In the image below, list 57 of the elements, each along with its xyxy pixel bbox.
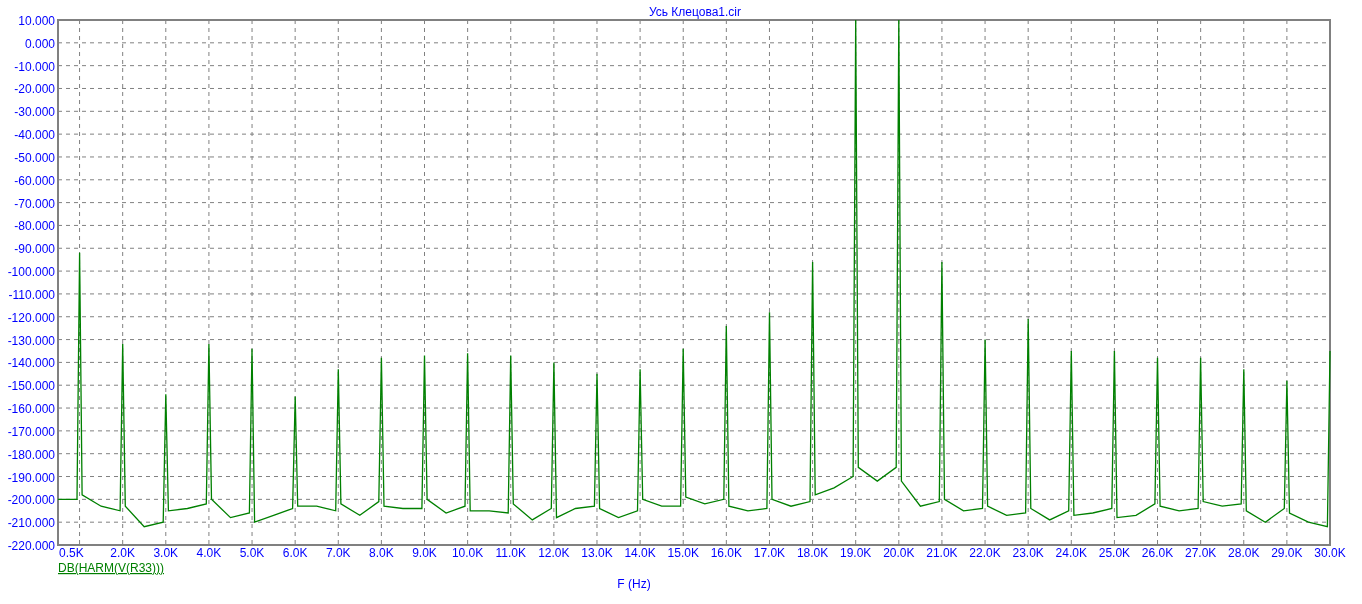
axis-tick-label: 24.0K <box>1055 546 1087 560</box>
axis-tick-label: -100.000 <box>7 265 55 280</box>
axis-tick-label: -50.000 <box>14 150 55 165</box>
axis-tick-label: -30.000 <box>14 105 55 120</box>
chart-title: Усь Клецова1.cir <box>648 5 742 19</box>
axis-tick-label: -170.000 <box>7 424 55 439</box>
axis-tick-label: -40.000 <box>14 128 55 143</box>
axis-tick-label: -200.000 <box>7 493 55 508</box>
axis-tick-label: -60.000 <box>14 173 55 188</box>
axis-tick-label: 20.0K <box>883 546 915 560</box>
axis-tick-label: -140.000 <box>7 356 55 371</box>
axis-tick-label: 28.0K <box>1228 546 1260 560</box>
axis-tick-label: -130.000 <box>7 333 55 348</box>
axis-tick-label: 0.5K <box>59 546 84 560</box>
axis-tick-label: 25.0K <box>1098 546 1131 560</box>
axis-tick-label: 27.0K <box>1184 546 1217 560</box>
axis-tick-label: 13.0K <box>581 546 613 560</box>
axis-tick-label: -90.000 <box>14 242 55 257</box>
axis-tick-label: 18.0K <box>796 546 829 560</box>
axis-tick-label: 5.0K <box>239 546 265 560</box>
axis-tick-label: 17.0K <box>753 546 786 560</box>
axis-tick-label: -210.000 <box>7 516 55 531</box>
axis-tick-label: -180.000 <box>7 447 55 462</box>
axis-tick-label: 29.0K <box>1271 546 1303 560</box>
axis-tick-label: 12.0K <box>538 546 570 560</box>
axis-tick-label: 8.0K <box>369 546 394 560</box>
axis-tick-label: 4.0K <box>196 546 222 560</box>
axis-title: F (Hz) <box>617 577 651 591</box>
axis-tick-label: -190.000 <box>7 470 55 485</box>
axis-tick-label: -20.000 <box>14 82 55 97</box>
axis-tick-label: -10.000 <box>14 59 55 74</box>
axis-tick-label: -80.000 <box>14 219 55 234</box>
axis-tick-label: 14.0K <box>624 546 656 560</box>
axis-tick-label: 9.0K <box>412 546 437 560</box>
axis-tick-label: 23.0K <box>1012 546 1044 560</box>
axis-tick-label: 15.0K <box>667 546 699 560</box>
axis-tick-label: 30.0K <box>1314 546 1346 560</box>
axis-tick-label: -150.000 <box>7 379 55 394</box>
axis-tick-label: 3.0K <box>153 546 179 560</box>
axis-tick-label: 11.0K <box>495 546 526 560</box>
axis-tick-label: 7.0K <box>325 546 351 560</box>
axis-tick-label: 19.0K <box>840 546 872 560</box>
legend-label: DB(HARM(V(R33))) <box>58 561 164 575</box>
axis-tick-label: 26.0K <box>1141 546 1174 560</box>
axis-tick-label: 2.0K <box>110 546 135 560</box>
axis-tick-label: 6.0K <box>282 546 308 560</box>
axis-tick-label: -220.000 <box>7 539 55 553</box>
axis-tick-label: -110.000 <box>8 287 55 302</box>
axis-tick-label: 0.000 <box>24 36 55 51</box>
axis-tick-label: -160.000 <box>7 402 55 417</box>
axis-tick-label: -120.000 <box>7 310 55 325</box>
axis-tick-label: 10.000 <box>18 14 55 28</box>
axis-tick-label: 22.0K <box>969 546 1001 560</box>
axis-tick-label: 21.0K <box>926 546 958 560</box>
axis-tick-label: -70.000 <box>14 196 55 211</box>
axis-tick-label: 16.0K <box>710 546 742 560</box>
axis-tick-label: 10.0K <box>451 546 484 560</box>
